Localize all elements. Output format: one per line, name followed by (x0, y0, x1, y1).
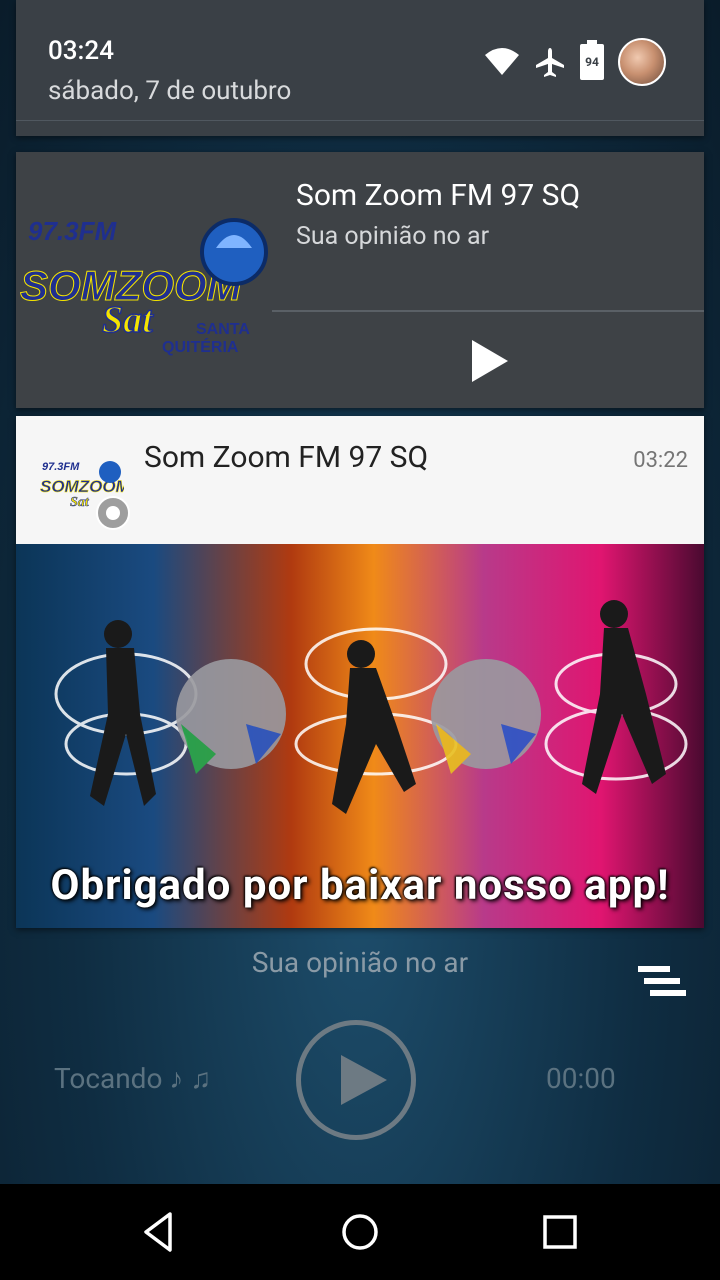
playing-status: Tocando ♪ ♫ (54, 1062, 212, 1095)
notification-app-name: Som Zoom FM 97 SQ (144, 440, 429, 475)
elapsed-time: 00:00 (546, 1062, 616, 1095)
player-play-button[interactable] (296, 1020, 416, 1140)
svg-text:Sat: Sat (70, 495, 90, 510)
navigation-bar (0, 1184, 720, 1280)
media-title: Som Zoom FM 97 SQ (296, 178, 581, 213)
logo-frequency: 97.3FM (28, 216, 117, 246)
notification-badge-icon (96, 496, 130, 530)
logo-location-1: SANTA (196, 321, 250, 338)
clock-time: 03:24 (48, 36, 114, 66)
home-icon[interactable] (336, 1208, 384, 1256)
back-icon[interactable] (136, 1208, 184, 1256)
shade-divider (16, 120, 704, 121)
logo-location-2: QUITÉRIA (162, 337, 239, 356)
airplane-icon[interactable] (534, 46, 566, 78)
menu-icon[interactable] (636, 962, 688, 1002)
wifi-icon[interactable] (484, 47, 520, 77)
station-logo: 97.3FM SOMZOOM Sat SANTA QUITÉRIA (16, 152, 272, 408)
svg-text:97.3FM: 97.3FM (42, 461, 80, 473)
logo-sub: Sat (102, 299, 154, 341)
app-notification[interactable]: 97.3FM SOMZOOM Sat Som Zoom FM 97 SQ 03:… (16, 416, 704, 928)
clock-date: sábado, 7 de outubro (48, 76, 292, 106)
player-subtitle: Sua opinião no ar (251, 946, 469, 979)
media-subtitle: Sua opinião no ar (296, 222, 490, 251)
play-icon (341, 1055, 387, 1105)
media-divider (272, 310, 704, 312)
notification-big-picture: Obrigado por baixar nosso app! (16, 544, 704, 928)
notification-time: 03:22 (633, 448, 688, 473)
status-icons: 94 (484, 38, 666, 86)
recents-icon[interactable] (536, 1208, 584, 1256)
media-notification[interactable]: 97.3FM SOMZOOM Sat SANTA QUITÉRIA Som Zo… (16, 152, 704, 408)
play-icon[interactable] (464, 336, 514, 386)
battery-icon[interactable]: 94 (580, 40, 604, 80)
user-avatar[interactable] (618, 38, 666, 86)
battery-level: 94 (585, 55, 599, 69)
image-caption: Obrigado por baixar nosso app! (50, 861, 670, 910)
status-shade: 03:24 sábado, 7 de outubro 94 (16, 0, 704, 136)
